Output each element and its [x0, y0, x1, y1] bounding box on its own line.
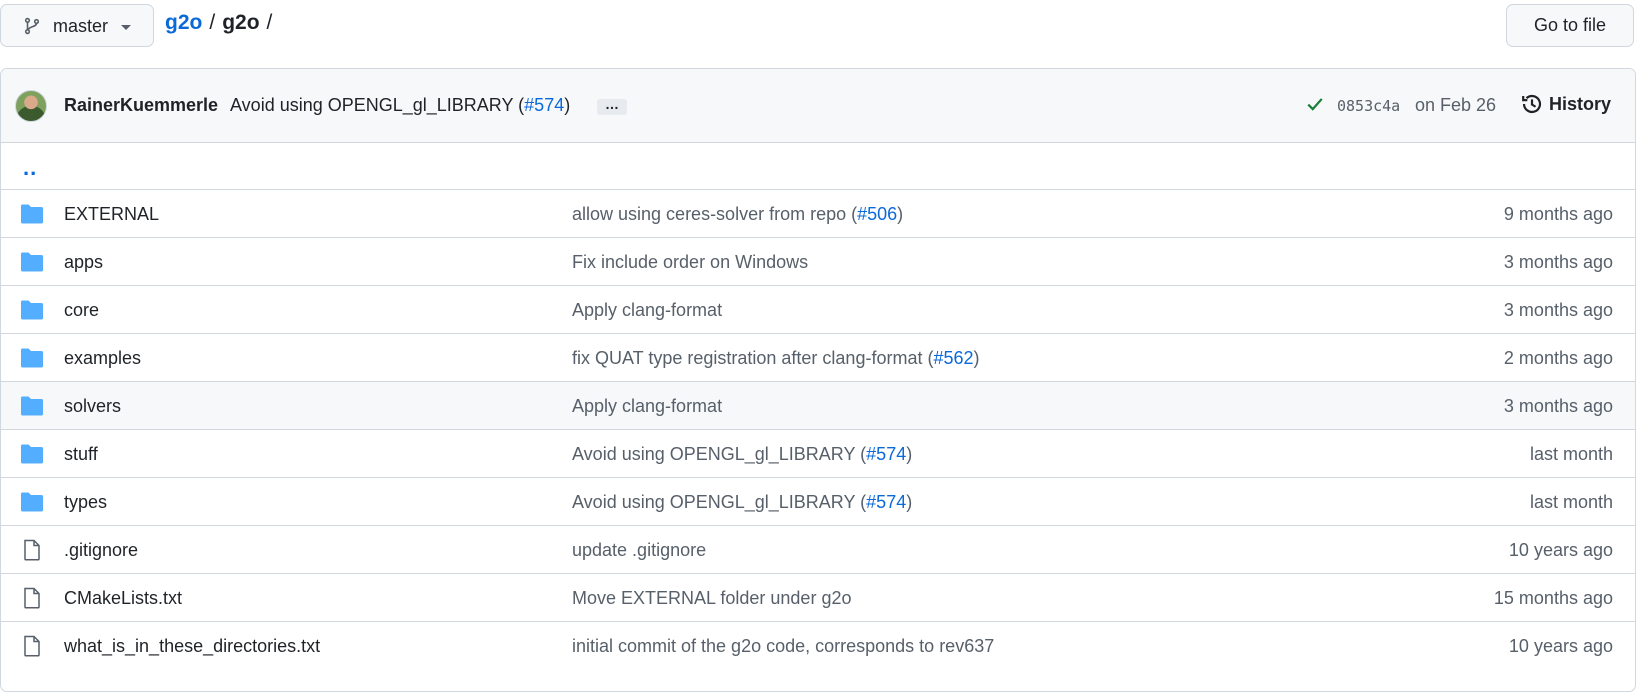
file-icon — [24, 635, 40, 657]
file-name-link[interactable]: examples — [64, 348, 141, 369]
history-label: History — [1549, 93, 1612, 114]
commit-age: last month — [1529, 492, 1613, 512]
breadcrumb-trailing-separator: / — [266, 11, 273, 34]
commit-message-link[interactable]: initial commit of the g2o code, correspo… — [572, 636, 994, 657]
commit-message[interactable]: Avoid using OPENGL_gl_LIBRARY (#574) — [230, 95, 570, 116]
caret-down-icon — [121, 25, 131, 30]
file-name-link[interactable]: core — [64, 300, 99, 321]
expand-commit-message-button[interactable]: … — [597, 97, 627, 115]
commit-date: on Feb 26 — [1415, 95, 1497, 115]
file-browser: RainerKuemmerle Avoid using OPENGL_gl_LI… — [0, 68, 1636, 692]
commit-message-text[interactable]: update .gitignore — [572, 540, 706, 560]
file-name-link[interactable]: types — [64, 492, 107, 513]
commit-message-link[interactable]: allow using ceres-solver from repo (#506… — [572, 204, 903, 225]
folder-row[interactable]: examples fix QUAT type registration after… — [1, 334, 1635, 382]
git-branch-icon — [24, 17, 40, 35]
commit-message-link[interactable]: Move EXTERNAL folder under g2o — [572, 588, 851, 609]
file-row[interactable]: .gitignore update .gitignore 10 years ago — [1, 526, 1635, 574]
history-icon — [1522, 94, 1542, 114]
file-name-link[interactable]: what_is_in_these_directories.txt — [64, 636, 320, 657]
folder-icon — [21, 492, 43, 512]
commit-message-link[interactable]: update .gitignore — [572, 540, 706, 561]
file-name-link[interactable]: .gitignore — [64, 540, 138, 561]
commit-author-link[interactable]: RainerKuemmerle — [64, 95, 218, 116]
commit-pr-link[interactable]: #574 — [524, 95, 564, 115]
history-button[interactable]: History — [1521, 93, 1611, 115]
pr-link[interactable]: #574 — [866, 444, 906, 464]
folder-row[interactable]: stuff Avoid using OPENGL_gl_LIBRARY (#574… — [1, 430, 1635, 478]
file-icon — [24, 587, 40, 609]
commit-message-text[interactable]: Avoid using OPENGL_gl_LIBRARY ( — [572, 492, 866, 512]
file-name-link[interactable]: CMakeLists.txt — [64, 588, 182, 609]
folder-row[interactable]: types Avoid using OPENGL_gl_LIBRARY (#574… — [1, 478, 1635, 526]
folder-row[interactable]: solvers Apply clang-format 3 months ago — [1, 382, 1635, 430]
breadcrumb-current-dir: g2o — [222, 11, 260, 34]
commit-age: 3 months ago — [1503, 252, 1613, 272]
commit-message-end: ) — [973, 348, 980, 368]
commit-message-link[interactable]: Fix include order on Windows — [572, 252, 808, 273]
breadcrumb: g2o / g2o / — [165, 11, 279, 35]
commit-message-text[interactable]: allow using ceres-solver from repo ( — [572, 204, 857, 224]
commit-message-end: ) — [906, 492, 913, 512]
commit-message-link[interactable]: Apply clang-format — [572, 300, 722, 321]
commit-message-text[interactable]: Apply clang-format — [572, 300, 722, 320]
file-name-link[interactable]: EXTERNAL — [64, 204, 159, 225]
commit-age: last month — [1529, 444, 1613, 464]
folder-row[interactable]: EXTERNAL allow using ceres-solver from re… — [1, 190, 1635, 238]
go-to-file-button[interactable]: Go to file — [1506, 4, 1634, 47]
commit-message-link[interactable]: Avoid using OPENGL_gl_LIBRARY (#574) — [572, 444, 912, 465]
branch-selector-button[interactable]: master — [0, 4, 154, 47]
commit-message-end: ) — [897, 204, 904, 224]
commit-message-text[interactable]: Move EXTERNAL folder under g2o — [572, 588, 851, 608]
file-name-link[interactable]: stuff — [64, 444, 98, 465]
commit-message-text[interactable]: fix QUAT type registration after clang-f… — [572, 348, 933, 368]
commit-age: 9 months ago — [1503, 204, 1613, 224]
avatar[interactable] — [15, 90, 47, 122]
latest-commit-bar: RainerKuemmerle Avoid using OPENGL_gl_LI… — [1, 69, 1635, 143]
commit-age: 3 months ago — [1503, 396, 1613, 416]
commit-message-text[interactable]: Avoid using OPENGL_gl_LIBRARY ( — [572, 444, 866, 464]
file-name-link[interactable]: solvers — [64, 396, 121, 417]
parent-directory-row[interactable]: .. — [1, 143, 1635, 190]
pr-link[interactable]: #562 — [933, 348, 973, 368]
commit-message-text[interactable]: Avoid using OPENGL_gl_LIBRARY ( — [230, 95, 524, 115]
folder-icon — [21, 252, 43, 272]
pr-link[interactable]: #574 — [866, 492, 906, 512]
pr-link[interactable]: #506 — [857, 204, 897, 224]
commit-message-link[interactable]: Apply clang-format — [572, 396, 722, 417]
branch-name: master — [53, 16, 109, 36]
folder-row[interactable]: apps Fix include order on Windows 3 months… — [1, 238, 1635, 286]
parent-directory-link[interactable]: .. — [23, 155, 37, 181]
commit-age: 15 months ago — [1493, 588, 1613, 608]
commit-age: 10 years ago — [1508, 540, 1613, 560]
commit-message-end: ) — [906, 444, 913, 464]
commit-age: 10 years ago — [1508, 636, 1613, 656]
folder-row[interactable]: core Apply clang-format 3 months ago — [1, 286, 1635, 334]
file-icon — [24, 539, 40, 561]
commit-message-text[interactable]: Apply clang-format — [572, 396, 722, 416]
commit-message-link[interactable]: fix QUAT type registration after clang-f… — [572, 348, 980, 369]
file-name-link[interactable]: apps — [64, 252, 103, 273]
folder-icon — [21, 204, 43, 224]
folder-icon — [21, 444, 43, 464]
file-row[interactable]: what_is_in_these_directories.txt initial … — [1, 622, 1635, 670]
repo-toolbar: master g2o / g2o / Go to file — [0, 0, 1639, 50]
commit-message-end: ) — [564, 95, 571, 115]
breadcrumb-separator: / — [209, 11, 216, 34]
commit-message-text[interactable]: initial commit of the g2o code, correspo… — [572, 636, 994, 656]
commit-sha-link[interactable]: 0853c4a — [1337, 97, 1400, 115]
breadcrumb-repo-link[interactable]: g2o — [165, 11, 202, 35]
commit-message-text[interactable]: Fix include order on Windows — [572, 252, 808, 272]
file-row[interactable]: CMakeLists.txt Move EXTERNAL folder under… — [1, 574, 1635, 622]
folder-icon — [21, 300, 43, 320]
commit-age: 2 months ago — [1503, 348, 1613, 368]
commit-age: 3 months ago — [1503, 300, 1613, 320]
folder-icon — [21, 348, 43, 368]
commit-message-link[interactable]: Avoid using OPENGL_gl_LIBRARY (#574) — [572, 492, 912, 513]
folder-icon — [21, 396, 43, 416]
check-icon[interactable] — [1306, 95, 1324, 113]
